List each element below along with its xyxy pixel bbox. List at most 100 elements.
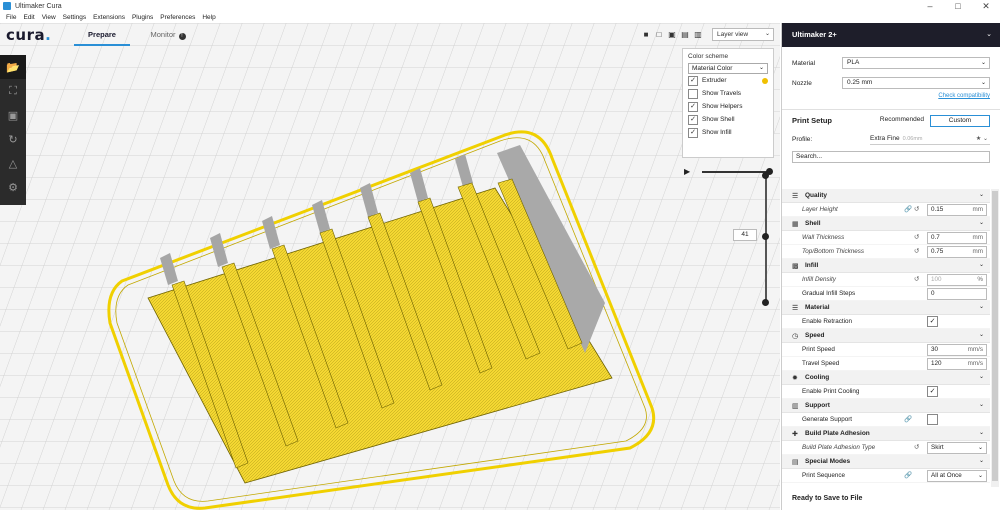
star-icon[interactable]: ★ ⌄	[976, 134, 988, 144]
profile-dropdown[interactable]: Extra Fine 0.06mm ★ ⌄	[870, 134, 990, 145]
wall-thickness-input[interactable]: 0.7 mm	[927, 232, 987, 244]
profile-label: Profile:	[792, 135, 813, 143]
chevron-down-icon: ⌄	[978, 430, 984, 436]
extruder-color-swatch	[762, 77, 768, 84]
layer-height-input[interactable]: 0.15 mm	[927, 204, 987, 216]
settings-search-input[interactable]: Search...	[792, 151, 990, 163]
menu-edit[interactable]: Edit	[23, 14, 34, 21]
view-left-icon[interactable]: ▤	[679, 28, 691, 40]
option-show-infill[interactable]: ✓ Show Infill	[688, 126, 768, 139]
menu-file[interactable]: File	[6, 14, 16, 21]
menu-settings[interactable]: Settings	[63, 14, 87, 21]
chevron-down-icon: ⌄	[978, 262, 984, 268]
close-icon[interactable]: ✕	[972, 0, 1000, 12]
topbottom-thickness-input[interactable]: 0.75 mm	[927, 246, 987, 258]
printer-selector[interactable]: Ultimaker 2+ ⌄	[782, 23, 1000, 47]
mode-custom-button[interactable]: Custom	[930, 114, 990, 127]
scrollbar-thumb[interactable]	[992, 191, 998, 481]
checkbox[interactable]: ✓	[688, 127, 698, 138]
scale-tool-icon[interactable]: ▣	[0, 103, 26, 127]
menu-preferences[interactable]: Preferences	[160, 14, 195, 21]
layer-slider-bottom-handle[interactable]	[762, 299, 769, 306]
option-show-helpers[interactable]: ✓ Show Helpers	[688, 100, 768, 113]
reset-icon[interactable]: ↺	[914, 275, 919, 283]
view-top-icon[interactable]: ▣	[666, 28, 678, 40]
support-checkbox[interactable]	[927, 414, 938, 425]
link-icon[interactable]: 🔗	[904, 415, 912, 423]
nozzle-dropdown[interactable]: 0.25 mm ⌄	[842, 77, 990, 89]
category-title: Quality	[805, 192, 828, 199]
move-tool-icon[interactable]: ⛶	[0, 79, 26, 103]
option-extruder[interactable]: ✓ Extruder	[688, 74, 768, 87]
category-infill[interactable]: ▩ Infill ⌄	[782, 259, 990, 273]
mode-recommended-button[interactable]: Recommended	[876, 115, 928, 127]
print-sequence-dropdown[interactable]: All at Once ⌄	[927, 470, 987, 482]
maximize-icon[interactable]: □	[944, 0, 972, 12]
reset-icon[interactable]: ↺	[914, 233, 919, 241]
build-plate-scene	[0, 23, 780, 510]
open-file-icon[interactable]: 📂	[0, 55, 26, 79]
settings-scrollbar[interactable]	[991, 189, 999, 487]
view-3d-icon[interactable]: ■	[640, 28, 652, 40]
menu-help[interactable]: Help	[202, 14, 215, 21]
setting-label: Infill Density	[802, 276, 836, 283]
tab-monitor[interactable]: Monitor!	[140, 30, 196, 46]
link-icon[interactable]: 🔗	[904, 205, 912, 213]
menu-plugins[interactable]: Plugins	[132, 14, 153, 21]
chevron-down-icon: ⌄	[978, 374, 984, 380]
layer-slider[interactable]	[762, 172, 769, 306]
reset-icon[interactable]: ↺	[914, 205, 919, 213]
checkbox[interactable]: ✓	[688, 101, 698, 112]
category-quality[interactable]: ☰ Quality ⌄	[782, 189, 990, 203]
tab-prepare[interactable]: Prepare	[74, 30, 130, 46]
layer-number-input[interactable]: 41	[733, 229, 757, 241]
gradual-infill-input[interactable]: 0	[927, 288, 987, 300]
color-scheme-dropdown[interactable]: Material Color ⌄	[688, 63, 768, 74]
material-dropdown[interactable]: PLA ⌄	[842, 57, 990, 69]
layer-slider-top-handle[interactable]	[762, 172, 769, 179]
category-support[interactable]: ▥ Support ⌄	[782, 399, 990, 413]
link-icon[interactable]: 🔗	[904, 471, 912, 479]
left-toolbar: 📂 ⛶ ▣ ↻ △ ⚙	[0, 55, 26, 205]
category-cooling[interactable]: ✹ Cooling ⌄	[782, 371, 990, 385]
view-right-icon[interactable]: ▥	[692, 28, 704, 40]
per-model-settings-icon[interactable]: ⚙	[0, 175, 26, 199]
category-speed[interactable]: ◷ Speed ⌄	[782, 329, 990, 343]
adhesion-type-dropdown[interactable]: Skirt ⌄	[927, 442, 987, 454]
option-show-shell[interactable]: ✓ Show Shell	[688, 113, 768, 126]
category-adhesion[interactable]: ✚ Build Plate Adhesion ⌄	[782, 427, 990, 441]
view-mode-dropdown[interactable]: Layer view ⌄	[712, 28, 774, 41]
category-material[interactable]: ☰ Material ⌄	[782, 301, 990, 315]
infill-density-input[interactable]: 100%	[927, 274, 987, 286]
cooling-checkbox[interactable]: ✓	[927, 386, 938, 397]
play-icon[interactable]: ▶	[684, 167, 690, 176]
category-shell[interactable]: ▦ Shell ⌄	[782, 217, 990, 231]
menu-extensions[interactable]: Extensions	[93, 14, 125, 21]
checkbox[interactable]: ✓	[688, 75, 698, 86]
path-slider[interactable]	[702, 168, 773, 175]
menu-view[interactable]: View	[42, 14, 56, 21]
rotate-tool-icon[interactable]: ↻	[0, 127, 26, 151]
category-special-modes[interactable]: ▤ Special Modes ⌄	[782, 455, 990, 469]
setting-label: Wall Thickness	[802, 234, 845, 241]
3d-viewport[interactable]	[0, 23, 780, 510]
retraction-checkbox[interactable]: ✓	[927, 316, 938, 327]
unit: mm	[972, 206, 984, 213]
mirror-tool-icon[interactable]: △	[0, 151, 26, 175]
reset-icon[interactable]: ↺	[914, 247, 919, 255]
view-front-icon[interactable]: □	[653, 28, 665, 40]
travel-speed-input[interactable]: 120 mm/s	[927, 358, 987, 370]
minimize-icon[interactable]: –	[916, 0, 944, 12]
layer-slider-mid-handle[interactable]	[762, 233, 769, 240]
category-title: Infill	[805, 262, 819, 269]
check-compatibility-link[interactable]: Check compatibility	[782, 93, 1000, 103]
nozzle-row: Nozzle 0.25 mm ⌄	[782, 73, 1000, 93]
checkbox[interactable]: ✓	[688, 114, 698, 125]
checkbox[interactable]	[688, 88, 698, 99]
reset-icon[interactable]: ↺	[914, 443, 919, 451]
infill-icon: ▩	[792, 262, 799, 270]
title-bar: Ultimaker Cura – □ ✕	[0, 0, 1000, 12]
print-speed-input[interactable]: 30 mm/s	[927, 344, 987, 356]
option-show-travels[interactable]: Show Travels	[688, 87, 768, 100]
chevron-down-icon: ⌄	[978, 220, 984, 226]
